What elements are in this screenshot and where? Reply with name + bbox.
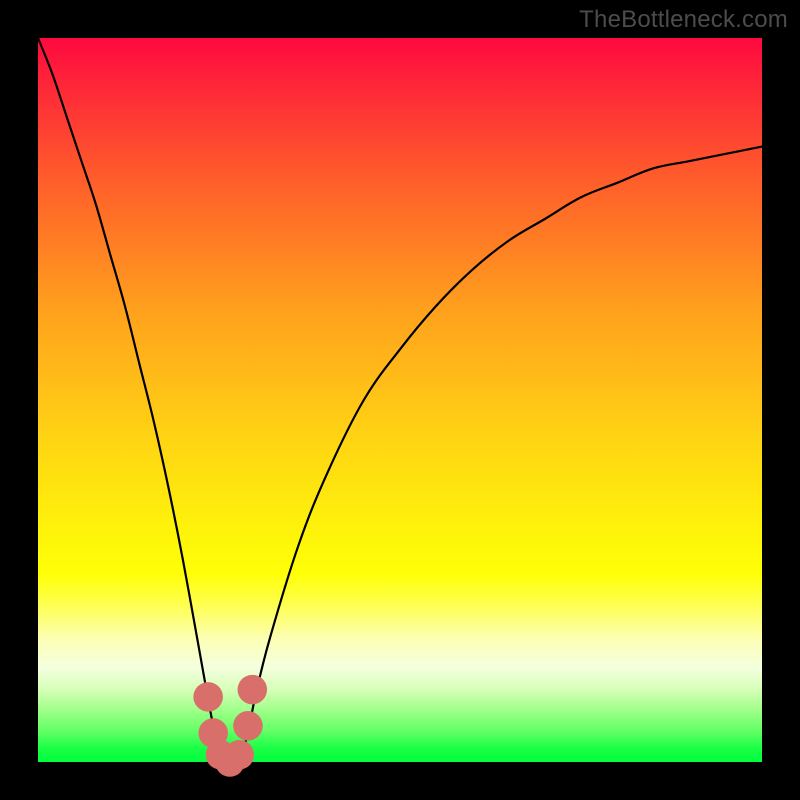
dot-right-lower [233,711,263,741]
dot-mid-3 [225,740,255,770]
marker-group [193,675,267,777]
watermark-text: TheBottleneck.com [579,6,788,34]
dot-right-upper [238,675,268,705]
dot-left-upper [193,682,223,712]
curve-svg [38,38,762,762]
plot-area [38,38,762,762]
bottleneck-curve [38,38,762,764]
chart-frame: TheBottleneck.com [0,0,800,800]
